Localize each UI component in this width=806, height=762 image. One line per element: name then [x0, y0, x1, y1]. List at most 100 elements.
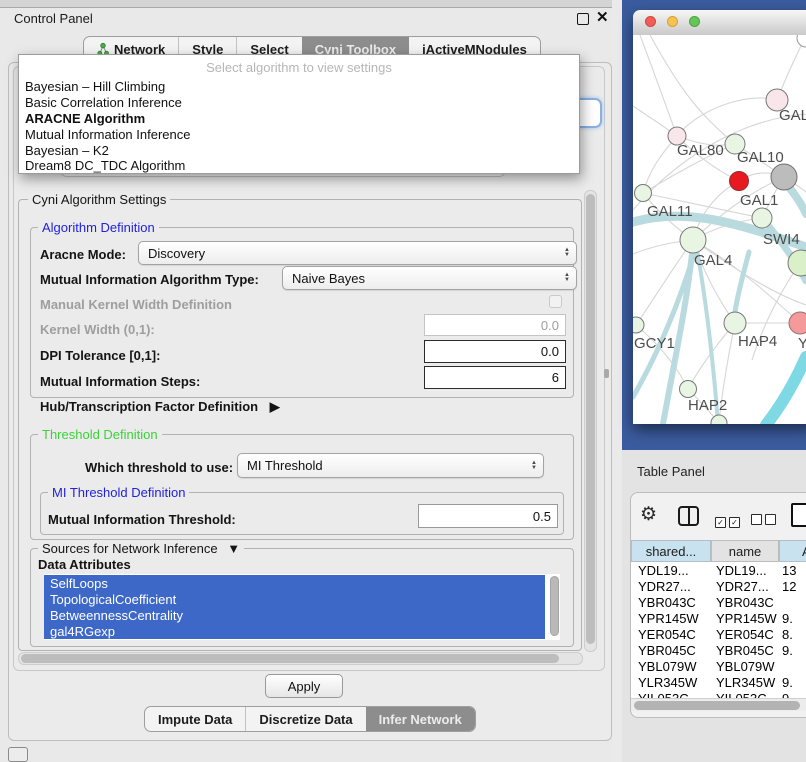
manual-kernel-checkbox[interactable] [549, 295, 562, 308]
algorithm-dropdown-popup: Select algorithm to view settings Bayesi… [18, 54, 580, 174]
sources-group-title[interactable]: Sources for Network Inference ▼ [38, 541, 244, 556]
screen: Control Panel ✕ Network Style Select Cyn… [0, 0, 806, 762]
which-threshold-combo[interactable]: MI Threshold ▲▼ [237, 453, 544, 478]
table-rows: YDL19...YDL19...13 YDR27...YDR27...12 YB… [631, 562, 806, 698]
vertical-scroll-thumb[interactable] [586, 194, 595, 644]
float-window-icon[interactable] [577, 13, 589, 25]
network-node [635, 185, 652, 202]
network-node [680, 227, 706, 253]
table-row[interactable]: YBR043CYBR043C [631, 594, 806, 610]
table-hscroll-thumb[interactable] [634, 701, 800, 710]
node-label: GAL1 [740, 192, 778, 209]
close-icon[interactable]: ✕ [596, 8, 609, 26]
table-row[interactable]: YBR045CYBR045C9. [631, 642, 806, 658]
network-node [680, 381, 697, 398]
list-item[interactable]: TopologicalCoefficient [44, 591, 545, 607]
combo-arrows-icon: ▲▼ [531, 461, 537, 471]
table-row[interactable]: YIL053CYIL053C9 [631, 690, 806, 698]
aracne-mode-combo[interactable]: Discovery ▲▼ [138, 241, 577, 265]
table-horizontal-scrollbar[interactable] [631, 698, 806, 711]
combo-arrows-icon: ▲▼ [564, 248, 570, 258]
node-label: GAL11 [647, 203, 693, 220]
list-scrollbar[interactable] [550, 576, 559, 636]
expand-arrow-icon: ▼ [227, 541, 240, 556]
table-row[interactable]: YDL19...YDL19...13 [631, 562, 806, 578]
node-label: HAP4 [738, 333, 777, 350]
node-label: GCY1 [634, 335, 675, 352]
node-label: GAL4 [694, 252, 732, 269]
mi-threshold-field[interactable]: 0.5 [418, 504, 558, 528]
gear-icon[interactable]: ⚙ [640, 503, 657, 526]
hub-definition-toggle[interactable]: Hub/Transcription Factor Definition ▶ [40, 399, 280, 415]
mi-threshold-label: Mutual Information Threshold: [48, 512, 236, 527]
network-canvas[interactable] [633, 35, 806, 424]
table-row[interactable]: YDR27...YDR27...12 [631, 578, 806, 594]
which-threshold-label: Which threshold to use: [85, 460, 233, 475]
table-row[interactable]: YBL079WYBL079W [631, 658, 806, 674]
tab-impute-data[interactable]: Impute Data [145, 707, 245, 731]
tab-discretize-data[interactable]: Discretize Data [245, 707, 365, 731]
network-node-selected [730, 172, 749, 191]
list-item[interactable]: BetweennessCentrality [44, 607, 545, 623]
mi-threshold-group-title: MI Threshold Definition [48, 485, 189, 500]
control-panel-top-strip [0, 0, 622, 8]
cyni-algorithm-settings-title: Cyni Algorithm Settings [28, 192, 170, 207]
horizontal-scroll-thumb[interactable] [21, 654, 559, 663]
column-header-shared[interactable]: shared... [631, 540, 711, 562]
zoom-traffic-icon[interactable] [689, 16, 700, 27]
threshold-definition-title: Threshold Definition [38, 427, 162, 442]
network-node [789, 312, 806, 334]
node-label: GAL80 [677, 142, 724, 159]
algorithm-item[interactable]: Dream8 DC_TDC Algorithm [25, 158, 185, 173]
dpi-tolerance-label: DPI Tolerance [0,1]: [40, 348, 160, 363]
node-label: GAL10 [737, 149, 784, 166]
select-all-checkboxes-icon[interactable]: ✓✓ [715, 512, 743, 530]
table-row[interactable]: YPR145WYPR145W9. [631, 610, 806, 626]
dpi-tolerance-field[interactable]: 0.0 [424, 340, 566, 363]
close-traffic-icon[interactable] [645, 16, 656, 27]
minimized-panel-icon[interactable] [8, 747, 28, 762]
deselect-all-checkboxes-icon[interactable] [751, 512, 779, 530]
node-label: Y [798, 335, 806, 352]
table-row[interactable]: YLR345WYLR345W9. [631, 674, 806, 690]
settings-vertical-scrollbar[interactable] [584, 190, 597, 652]
splitter-handle[interactable] [604, 369, 609, 378]
network-window-titlebar[interactable] [633, 10, 806, 36]
node-label: HAP2 [688, 397, 727, 414]
document-icon[interactable] [791, 503, 806, 527]
table-row[interactable]: YER054CYER054C8. [631, 626, 806, 642]
tab-infer-network[interactable]: Infer Network [366, 707, 475, 731]
aracne-mode-label: Aracne Mode: [40, 247, 126, 262]
kernel-width-label: Kernel Width (0,1): [40, 322, 155, 337]
algorithm-item-selected[interactable]: ARACNE Algorithm [25, 111, 145, 126]
list-item[interactable]: SelfLoops [44, 575, 545, 591]
network-node [724, 312, 746, 334]
settings-horizontal-scrollbar[interactable] [18, 652, 583, 665]
minimize-traffic-icon[interactable] [667, 16, 678, 27]
data-attributes-list: SelfLoops TopologicalCoefficient Between… [44, 574, 560, 640]
table-panel-title: Table Panel [637, 464, 705, 479]
mi-type-label: Mutual Information Algorithm Type: [40, 272, 259, 287]
column-header-name[interactable]: name [711, 540, 779, 562]
list-item[interactable]: gal4RGexp [44, 623, 545, 639]
algorithm-item[interactable]: Bayesian – K2 [25, 143, 109, 158]
kernel-width-field[interactable]: 0.0 [424, 314, 566, 336]
network-node [752, 208, 772, 228]
mi-type-combo[interactable]: Naive Bayes ▲▼ [282, 266, 577, 290]
algorithm-item[interactable]: Mutual Information Inference [25, 127, 190, 142]
combo-arrows-icon: ▲▼ [564, 273, 570, 283]
split-columns-icon[interactable] [678, 506, 699, 526]
column-header-partial[interactable]: A [779, 540, 806, 562]
apply-button[interactable]: Apply [265, 674, 343, 698]
bottom-tabbar: Impute Data Discretize Data Infer Networ… [144, 706, 476, 732]
algorithm-popup-placeholder: Select algorithm to view settings [19, 60, 579, 75]
algorithm-item[interactable]: Bayesian – Hill Climbing [25, 79, 165, 94]
panel-splitter[interactable] [612, 0, 622, 762]
highlighted-edge [766, 357, 806, 424]
algorithm-item[interactable]: Basic Correlation Inference [25, 95, 182, 110]
manual-kernel-label: Manual Kernel Width Definition [40, 297, 232, 312]
algorithm-definition-title: Algorithm Definition [38, 220, 159, 235]
network-node [633, 317, 644, 333]
mi-steps-field[interactable]: 6 [424, 366, 566, 389]
mi-steps-label: Mutual Information Steps: [40, 374, 200, 389]
